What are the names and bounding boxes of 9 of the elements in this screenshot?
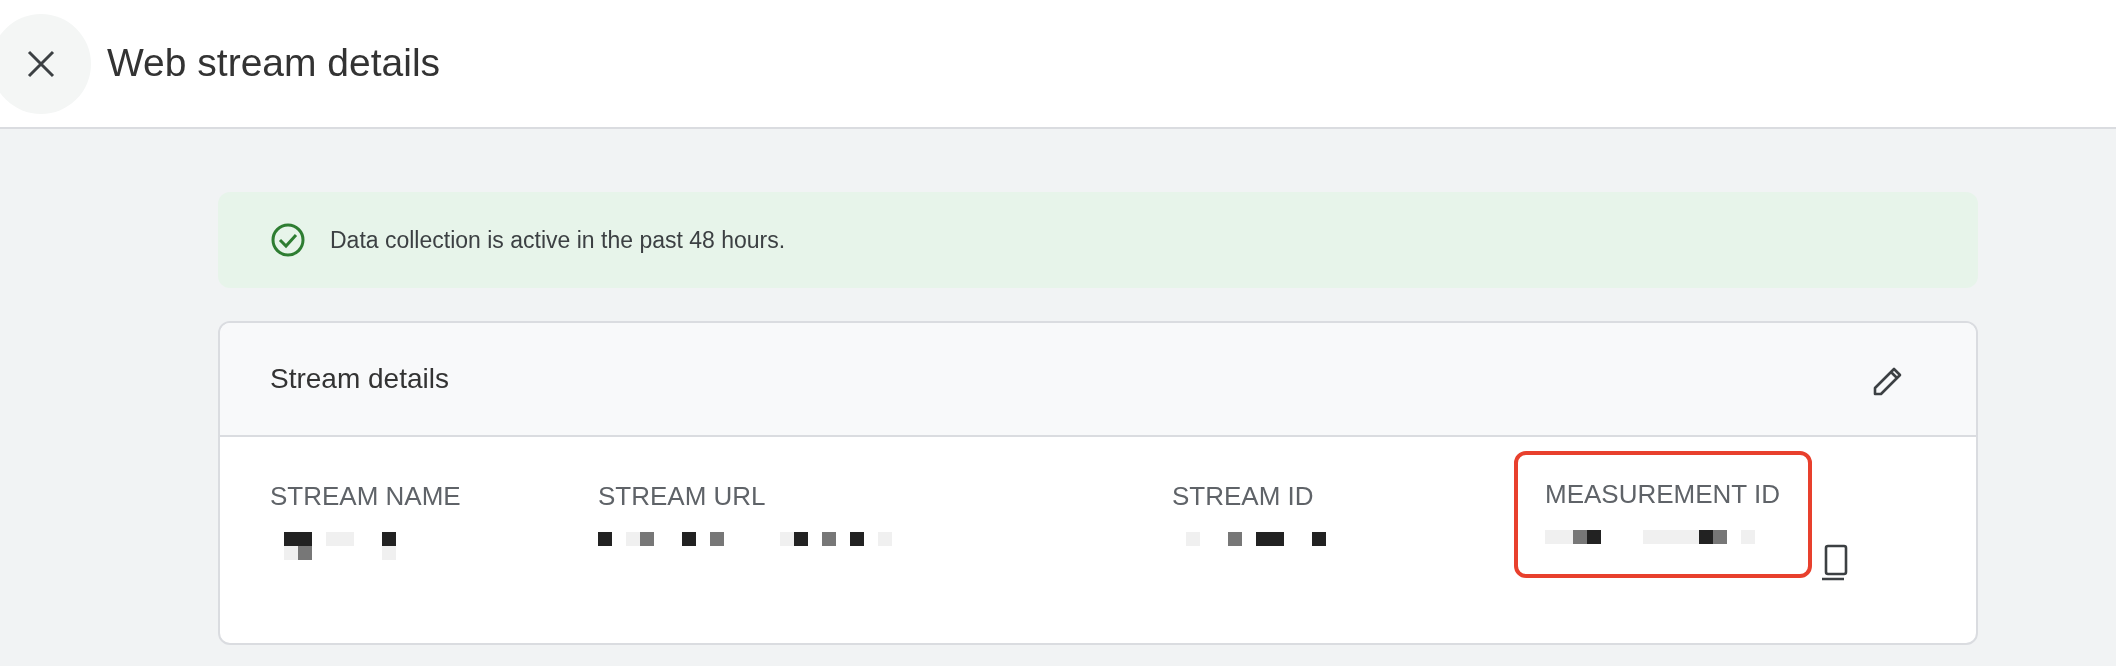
field-label: STREAM NAME xyxy=(270,480,461,513)
field-label: STREAM URL xyxy=(598,480,767,513)
field-label: STREAM ID xyxy=(1172,480,1315,513)
copy-icon[interactable] xyxy=(1820,544,1850,582)
page-title: Web stream details xyxy=(107,40,441,87)
status-message: Data collection is active in the past 48 hours. xyxy=(330,225,786,255)
card-title: Stream details xyxy=(270,362,449,396)
field-label: MEASUREMENT ID xyxy=(1545,478,1780,511)
close-icon xyxy=(26,48,56,79)
